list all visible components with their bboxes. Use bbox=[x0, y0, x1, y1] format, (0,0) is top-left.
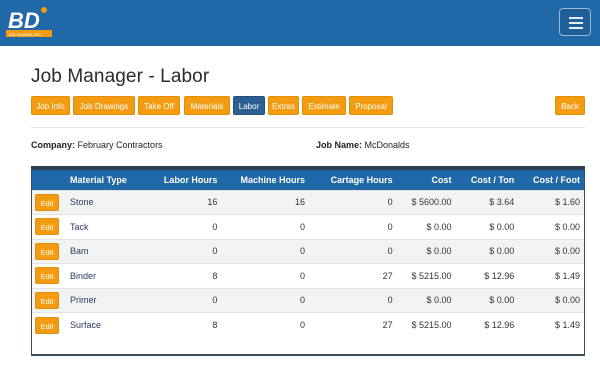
table-row: Edit Tack 0 0 0 $ 0.00 $ 0.00 $ 0.00 bbox=[32, 214, 584, 240]
brand-logo[interactable]: BID MANUAL INC. BD bbox=[6, 6, 54, 38]
cell-cartage-hours: 0 bbox=[387, 246, 393, 257]
cell-material-type: Primer bbox=[69, 295, 97, 306]
cell-cost: $ 0.00 bbox=[426, 221, 452, 232]
cell-cost-per-ton: $ 12.96 bbox=[484, 270, 515, 281]
company-value: February Contractors bbox=[77, 140, 163, 150]
column-header-cost: Cost bbox=[431, 174, 452, 185]
cell-cost-per-foot: $ 1.60 bbox=[554, 197, 580, 208]
tab-materials[interactable]: Materials bbox=[184, 96, 230, 115]
tab-labor[interactable]: Labor bbox=[233, 96, 265, 115]
tab-job-info[interactable]: Job Info bbox=[31, 96, 70, 115]
edit-button[interactable]: Edit bbox=[35, 218, 59, 236]
labor-table: Material Type Labor Hours Machine Hours … bbox=[31, 166, 585, 356]
hamburger-icon-line bbox=[569, 22, 583, 24]
job-name-value: McDonalds bbox=[364, 140, 410, 150]
cell-machine-hours: 0 bbox=[299, 246, 305, 257]
tab-extras[interactable]: Extras bbox=[268, 96, 299, 115]
job-name-info: Job Name: McDonalds bbox=[316, 140, 410, 150]
cell-cartage-hours: 0 bbox=[387, 197, 393, 208]
page-title: Job Manager - Labor bbox=[31, 66, 210, 87]
tab-job-drawings[interactable]: Job Drawings bbox=[73, 96, 135, 115]
cell-machine-hours: 0 bbox=[299, 221, 305, 232]
column-header-edit bbox=[32, 170, 66, 190]
edit-button[interactable]: Edit bbox=[35, 316, 59, 334]
cell-cartage-hours: 0 bbox=[387, 295, 393, 306]
cell-material-type: Binder bbox=[69, 270, 96, 281]
cell-cost: $ 0.00 bbox=[426, 246, 452, 257]
edit-cell: Edit bbox=[32, 190, 66, 215]
cell-cartage-hours: 0 bbox=[387, 221, 393, 232]
cell-cost: $ 5215.00 bbox=[411, 320, 452, 330]
cell-labor-hours: 16 bbox=[207, 197, 218, 208]
column-header-cost-per-foot: Cost / Foot bbox=[533, 174, 580, 185]
cell-labor-hours: 8 bbox=[212, 270, 218, 281]
cell-cost: $ 0.00 bbox=[426, 295, 452, 306]
table-row: Edit Stone 16 16 0 $ 5600.00 $ 3.64 $ 1.… bbox=[32, 190, 584, 215]
table-row: Edit Surface 8 0 27 $ 5215.00 $ 12.96 $ … bbox=[32, 312, 584, 338]
edit-button[interactable]: Edit bbox=[35, 291, 59, 309]
table-header-row: Material Type Labor Hours Machine Hours … bbox=[32, 170, 584, 190]
hamburger-icon-line bbox=[569, 27, 583, 29]
edit-cell: Edit bbox=[32, 288, 66, 313]
cell-cost-per-ton: $ 0.00 bbox=[489, 246, 515, 257]
cell-machine-hours: 16 bbox=[294, 197, 305, 208]
edit-cell: Edit bbox=[32, 215, 66, 240]
cell-cost-per-foot: $ 0.00 bbox=[554, 246, 580, 257]
cell-material-type: Surface bbox=[69, 320, 101, 330]
column-header-machine-hours: Machine Hours bbox=[240, 174, 305, 185]
cell-cost-per-foot: $ 0.00 bbox=[554, 295, 580, 306]
cell-machine-hours: 0 bbox=[299, 295, 305, 306]
cell-material-type: Tack bbox=[69, 221, 89, 232]
cell-material-type: Stone bbox=[69, 197, 94, 208]
cell-cost-per-foot: $ 1.49 bbox=[554, 270, 580, 281]
company-label: Company: bbox=[31, 140, 76, 150]
svg-text:BD: BD bbox=[8, 8, 40, 33]
cell-cartage-hours: 27 bbox=[382, 270, 393, 281]
job-name-label: Job Name: bbox=[316, 140, 363, 150]
cell-cost-per-ton: $ 0.00 bbox=[489, 295, 515, 306]
edit-cell: Edit bbox=[32, 239, 66, 264]
divider bbox=[31, 127, 585, 128]
edit-button[interactable]: Edit bbox=[35, 242, 59, 260]
cell-cost: $ 5600.00 bbox=[411, 197, 452, 208]
tab-estimate[interactable]: Estimate bbox=[302, 96, 346, 115]
edit-cell: Edit bbox=[32, 313, 66, 338]
top-navbar: BID MANUAL INC. BD bbox=[0, 0, 600, 46]
cell-cost-per-foot: $ 0.00 bbox=[554, 221, 580, 232]
column-header-labor-hours: Labor Hours bbox=[163, 174, 218, 185]
tab-take-off[interactable]: Take Off bbox=[138, 96, 180, 115]
cell-labor-hours: 0 bbox=[212, 295, 218, 306]
column-header-cartage-hours: Cartage Hours bbox=[330, 174, 393, 185]
cell-cost-per-ton: $ 0.00 bbox=[489, 221, 515, 232]
cell-cost: $ 5215.00 bbox=[411, 270, 452, 281]
cell-labor-hours: 0 bbox=[212, 221, 218, 232]
edit-cell: Edit bbox=[32, 264, 66, 289]
column-header-material-type: Material Type bbox=[69, 174, 127, 185]
cell-cartage-hours: 27 bbox=[382, 320, 393, 330]
tab-proposal[interactable]: Proposal bbox=[349, 96, 393, 115]
hamburger-icon bbox=[569, 17, 583, 19]
cell-material-type: Bam bbox=[69, 246, 89, 257]
cell-machine-hours: 0 bbox=[299, 270, 305, 281]
back-button[interactable]: Back bbox=[555, 96, 585, 115]
cell-labor-hours: 0 bbox=[212, 246, 218, 257]
cell-machine-hours: 0 bbox=[299, 320, 305, 330]
edit-button[interactable]: Edit bbox=[35, 267, 59, 285]
column-header-cost-per-ton: Cost / Ton bbox=[470, 174, 515, 185]
table-row: Edit Binder 8 0 27 $ 5215.00 $ 12.96 $ 1… bbox=[32, 263, 584, 289]
cell-cost-per-ton: $ 3.64 bbox=[489, 197, 515, 208]
hamburger-menu-button[interactable] bbox=[559, 8, 591, 36]
cell-labor-hours: 8 bbox=[212, 320, 218, 330]
edit-button[interactable]: Edit bbox=[35, 193, 59, 211]
cell-cost-per-foot: $ 1.49 bbox=[554, 320, 580, 330]
table-row: Edit Primer 0 0 0 $ 0.00 $ 0.00 $ 0.00 bbox=[32, 288, 584, 313]
company-info: Company: February Contractors bbox=[31, 140, 163, 150]
cell-cost-per-ton: $ 12.96 bbox=[484, 320, 515, 330]
table-row: Edit Bam 0 0 0 $ 0.00 $ 0.00 $ 0.00 bbox=[32, 239, 584, 264]
